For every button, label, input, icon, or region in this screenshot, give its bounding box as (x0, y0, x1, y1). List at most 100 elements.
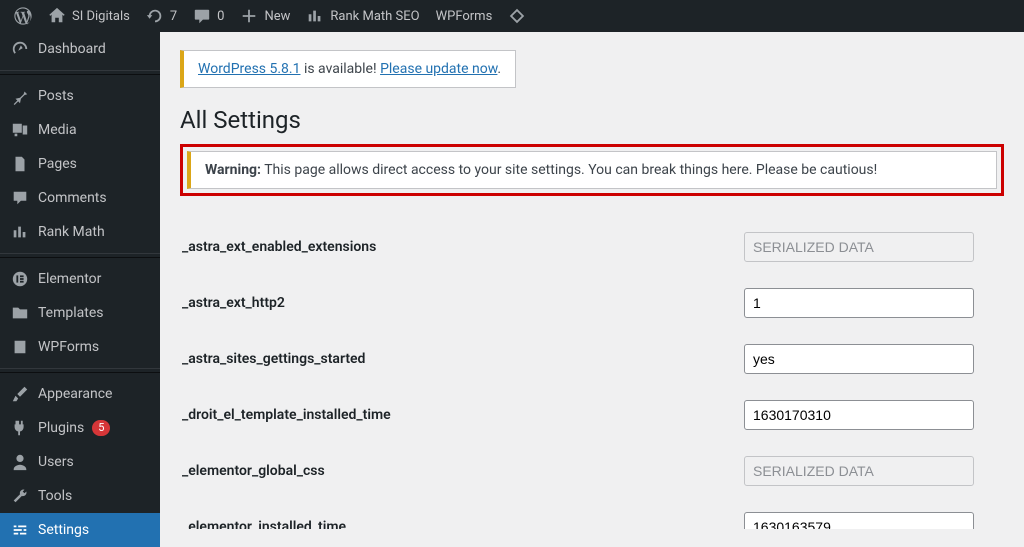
menu-separator (0, 70, 160, 75)
gauge-icon (10, 39, 30, 59)
site-name: SI Digitals (72, 9, 130, 24)
sidebar-item-label: Dashboard (38, 41, 106, 57)
admin-toolbar: SI Digitals 7 0 New Rank Math SEO WPForm… (0, 0, 1024, 32)
sidebar-item-label: Elementor (38, 271, 101, 287)
brush-icon (10, 384, 30, 404)
sidebar-item-pages[interactable]: Pages (0, 147, 160, 181)
form-icon (10, 337, 30, 357)
sidebar-item-appearance[interactable]: Appearance (0, 377, 160, 411)
pin-icon (10, 86, 30, 106)
chart-bar-icon (10, 222, 30, 242)
loco-toolbar[interactable] (500, 0, 534, 32)
option-row: _elementor_installed_time (182, 500, 1002, 529)
plus-icon (240, 7, 258, 25)
folder-icon (10, 303, 30, 323)
option-value-cell (744, 332, 1002, 386)
warning-text: This page allows direct access to your s… (261, 162, 877, 178)
warning-notice: Warning: This page allows direct access … (187, 151, 997, 189)
sidebar-item-wpforms[interactable]: WPForms (0, 330, 160, 364)
warning-highlight: Warning: This page allows direct access … (180, 144, 1004, 196)
comments-link[interactable]: 0 (185, 0, 232, 32)
user-icon (10, 452, 30, 472)
wpforms-toolbar[interactable]: WPForms (428, 0, 501, 32)
menu-separator (0, 368, 160, 373)
option-value-input (744, 456, 974, 486)
sidebar-item-label: Plugins (38, 420, 84, 436)
main-content: WordPress 5.8.1 is available! Please upd… (160, 32, 1024, 529)
sidebar-item-label: Posts (38, 88, 74, 104)
sidebar-item-label: Templates (38, 305, 104, 321)
wp-version-link[interactable]: WordPress 5.8.1 (198, 61, 300, 77)
sidebar-item-label: Rank Math (38, 224, 105, 240)
home-icon (48, 7, 66, 25)
sidebar-item-plugins[interactable]: Plugins 5 (0, 411, 160, 445)
sidebar-item-label: Comments (38, 190, 107, 206)
diamond-icon (508, 7, 526, 25)
sidebar-item-label: Tools (38, 488, 72, 504)
option-value-cell (744, 444, 1002, 498)
wpforms-label: WPForms (436, 9, 493, 24)
new-label: New (264, 9, 290, 24)
sidebar-item-templates[interactable]: Templates (0, 296, 160, 330)
option-value-cell (744, 500, 1002, 529)
sidebar-item-label: Settings (38, 522, 89, 538)
rankmath-toolbar[interactable]: Rank Math SEO (298, 0, 427, 32)
media-icon (10, 120, 30, 140)
option-name: _astra_ext_http2 (182, 276, 742, 330)
plugins-update-badge: 5 (92, 420, 110, 436)
comment-icon (10, 188, 30, 208)
sidebar-item-settings[interactable]: Settings (0, 513, 160, 547)
sidebar-item-label: Appearance (38, 386, 112, 402)
option-name: _elementor_installed_time (182, 500, 742, 529)
sidebar-item-label: WPForms (38, 339, 99, 355)
sidebar-item-comments[interactable]: Comments (0, 181, 160, 215)
wp-logo[interactable] (6, 0, 40, 32)
notice-text: is available! (300, 61, 380, 77)
sidebar-item-posts[interactable]: Posts (0, 79, 160, 113)
site-home[interactable]: SI Digitals (40, 0, 138, 32)
option-name: _droit_el_template_installed_time (182, 388, 742, 442)
option-row: _elementor_global_css (182, 444, 1002, 498)
admin-sidebar: Dashboard Posts Media Pages Comments Ran… (0, 32, 160, 529)
option-value-input[interactable] (744, 512, 974, 529)
chart-bar-icon (306, 7, 324, 25)
sidebar-item-tools[interactable]: Tools (0, 479, 160, 513)
elementor-icon (10, 269, 30, 289)
sidebar-item-rankmath[interactable]: Rank Math (0, 215, 160, 249)
sidebar-item-media[interactable]: Media (0, 113, 160, 147)
option-name: _elementor_global_css (182, 444, 742, 498)
plug-icon (10, 418, 30, 438)
menu-separator (0, 253, 160, 258)
sidebar-item-users[interactable]: Users (0, 445, 160, 479)
sidebar-item-elementor[interactable]: Elementor (0, 262, 160, 296)
refresh-icon (146, 7, 164, 25)
option-value-input[interactable] (744, 288, 974, 318)
update-now-link[interactable]: Please update now (380, 61, 497, 77)
option-row: _droit_el_template_installed_time (182, 388, 1002, 442)
option-row: _astra_ext_enabled_extensions (182, 220, 1002, 274)
new-content[interactable]: New (232, 0, 298, 32)
sidebar-item-label: Pages (38, 156, 77, 172)
comment-icon (193, 7, 211, 25)
wrench-icon (10, 486, 30, 506)
option-name: _astra_ext_enabled_extensions (182, 220, 742, 274)
wp-update-notice: WordPress 5.8.1 is available! Please upd… (180, 50, 516, 88)
updates-count: 7 (170, 9, 177, 24)
warning-strong: Warning: (205, 162, 261, 178)
option-value-cell (744, 388, 1002, 442)
page-icon (10, 154, 30, 174)
option-row: _astra_ext_http2 (182, 276, 1002, 330)
option-name: _astra_sites_gettings_started (182, 332, 742, 386)
sliders-icon (10, 520, 30, 540)
option-value-input (744, 232, 974, 262)
notice-suffix: . (497, 61, 501, 77)
sidebar-item-label: Media (38, 122, 77, 138)
sidebar-item-label: Users (38, 454, 74, 470)
option-value-input[interactable] (744, 400, 974, 430)
sidebar-item-dashboard[interactable]: Dashboard (0, 32, 160, 66)
rankmath-label: Rank Math SEO (330, 9, 419, 24)
wordpress-icon (14, 7, 32, 25)
option-value-input[interactable] (744, 344, 974, 374)
updates-link[interactable]: 7 (138, 0, 185, 32)
option-value-cell (744, 220, 1002, 274)
